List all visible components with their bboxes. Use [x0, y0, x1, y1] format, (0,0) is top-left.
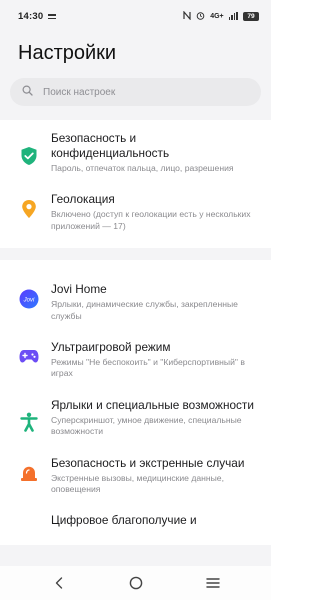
item-subtitle: Включено (доступ к геолокации есть у нес… [51, 209, 251, 231]
search-icon [22, 85, 33, 99]
item-subtitle: Режимы "Не беспокоить" и "Киберспортивны… [51, 357, 245, 379]
search-bar[interactable] [10, 78, 261, 106]
accessibility-icon [18, 411, 40, 433]
back-button[interactable] [44, 568, 74, 598]
sim-icon [48, 13, 57, 19]
item-title: Безопасность и конфиденциальность [51, 131, 170, 160]
item-title: Jovi Home [51, 282, 107, 297]
settings-item-safety-emergency[interactable]: Безопасность и экстренные случаи Экстрен… [0, 448, 271, 506]
item-subtitle: Ярлыки, динамические службы, закрепленны… [51, 299, 238, 321]
location-pin-icon [18, 198, 40, 220]
home-circle-icon [129, 576, 142, 590]
item-subtitle: Экстренные вызовы, медицинские данные, о… [51, 472, 224, 495]
navigation-bar [0, 566, 271, 600]
search-input[interactable] [43, 86, 223, 98]
settings-item-digital-wellbeing[interactable]: Цифровое благополучие и [0, 505, 271, 545]
recents-button[interactable] [198, 568, 228, 598]
settings-item-ultra-game-mode[interactable]: Ультраигровой режим Режимы "Не беспокоит… [0, 332, 271, 390]
gamepad-icon [18, 345, 40, 367]
settings-item-shortcuts-accessibility[interactable]: Ярлыки и специальные возможности Суперск… [0, 390, 271, 448]
item-title: Цифровое благополучие и [51, 513, 197, 528]
item-title: Безопасность и экстренные случаи [51, 455, 245, 470]
status-time: 14:30 [18, 10, 44, 22]
group-divider [0, 248, 271, 261]
signal-icon [228, 12, 238, 20]
page-title: Настройки [0, 32, 271, 78]
back-chevron-icon [55, 577, 62, 589]
battery-icon: 79 [243, 11, 259, 21]
item-title: Ярлыки и специальные возможности [51, 397, 254, 412]
settings-group-features: Jovi Jovi Home Ярлыки, динамические служ… [0, 260, 271, 546]
alarm-icon [196, 11, 205, 22]
settings-item-security-privacy[interactable]: Безопасность и конфиденциальность Пароль… [0, 120, 271, 184]
item-subtitle: Суперскриншот, умное движение, специальн… [51, 414, 242, 437]
svg-text:Jovi: Jovi [23, 298, 35, 304]
status-bar: 14:30 4G+ 79 [0, 0, 271, 32]
settings-item-location[interactable]: Геолокация Включено (доступ к геолокации… [0, 184, 271, 242]
home-button[interactable] [121, 568, 151, 598]
item-subtitle: Пароль, отпечаток пальца, лицо, разрешен… [51, 163, 234, 173]
settings-item-jovi-home[interactable]: Jovi Jovi Home Ярлыки, динамические служ… [0, 260, 271, 332]
nfc-icon [183, 9, 191, 22]
settings-screen: 14:30 4G+ 79 Настройки Поиск настроек Бе… [0, 0, 271, 600]
item-title: Геолокация [51, 192, 115, 207]
network-type: 4G+ [210, 12, 224, 20]
settings-group-privacy: Безопасность и конфиденциальность Пароль… [0, 120, 271, 249]
menu-lines-icon [205, 578, 220, 588]
shield-check-icon [18, 145, 40, 167]
item-title: Ультраигровой режим [51, 340, 171, 355]
jovi-icon: Jovi [18, 288, 40, 310]
emergency-siren-icon [18, 462, 40, 484]
